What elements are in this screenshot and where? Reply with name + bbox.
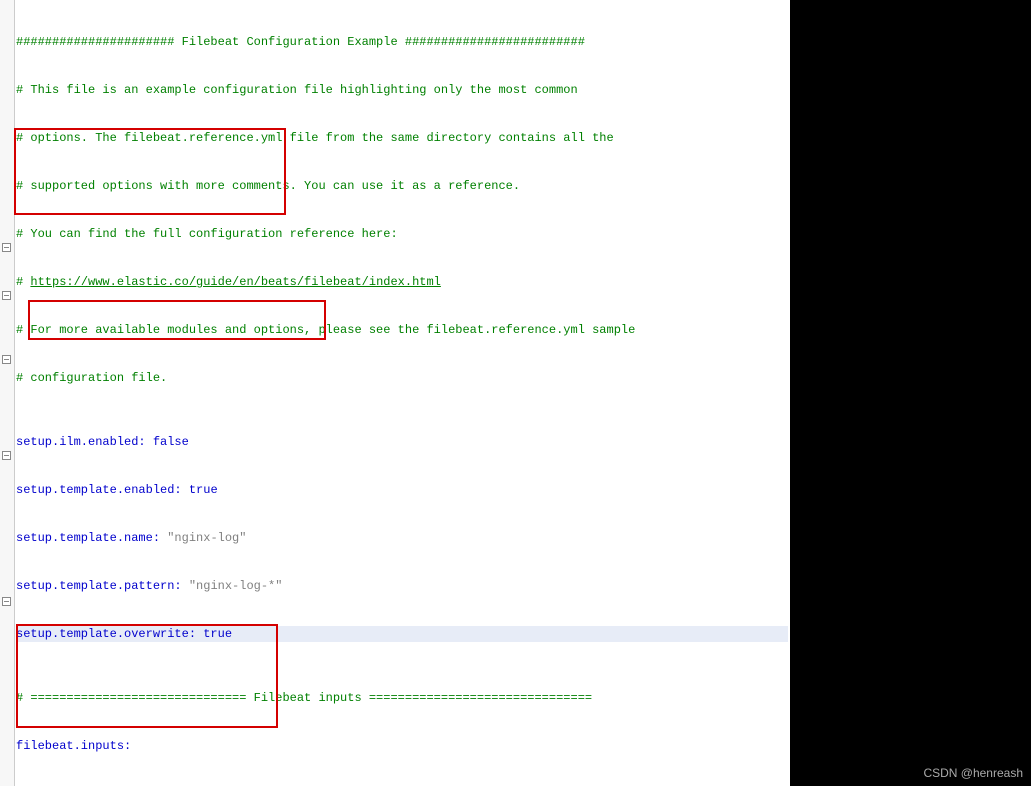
comment: # For more available modules and options… [16,323,635,337]
fold-icon[interactable] [2,243,11,252]
yaml-key: filebeat.inputs: [16,739,131,753]
comment: # You can find the full configuration re… [16,227,398,241]
yaml-key: setup.template.name: [16,531,160,545]
yaml-key: setup.template.overwrite: [16,627,196,641]
comment: # configuration file. [16,371,167,385]
comment: # supported options with more comments. … [16,179,520,193]
yaml-key: setup.ilm.enabled: [16,435,146,449]
yaml-value: "nginx-log" [160,531,246,545]
doc-link[interactable]: https://www.elastic.co/guide/en/beats/fi… [30,275,440,289]
code-content[interactable]: ###################### Filebeat Configur… [16,2,788,786]
fold-icon[interactable] [2,597,11,606]
yaml-key: setup.template.pattern: [16,579,182,593]
comment: ###################### Filebeat Configur… [16,35,585,49]
comment: # This file is an example configuration … [16,83,578,97]
section-sep: # ============================== Filebea… [16,691,592,705]
watermark: CSDN @henreash [923,766,1023,780]
comment: # [16,275,30,289]
yaml-value: "nginx-log-*" [182,579,283,593]
fold-icon[interactable] [2,451,11,460]
fold-icon[interactable] [2,355,11,364]
yaml-value: true [196,627,232,641]
yaml-value: true [182,483,218,497]
code-editor: ###################### Filebeat Configur… [0,0,790,786]
fold-gutter [0,0,15,786]
yaml-key: setup.template.enabled: [16,483,182,497]
yaml-value: false [146,435,189,449]
fold-icon[interactable] [2,291,11,300]
comment: # options. The filebeat.reference.yml fi… [16,131,614,145]
